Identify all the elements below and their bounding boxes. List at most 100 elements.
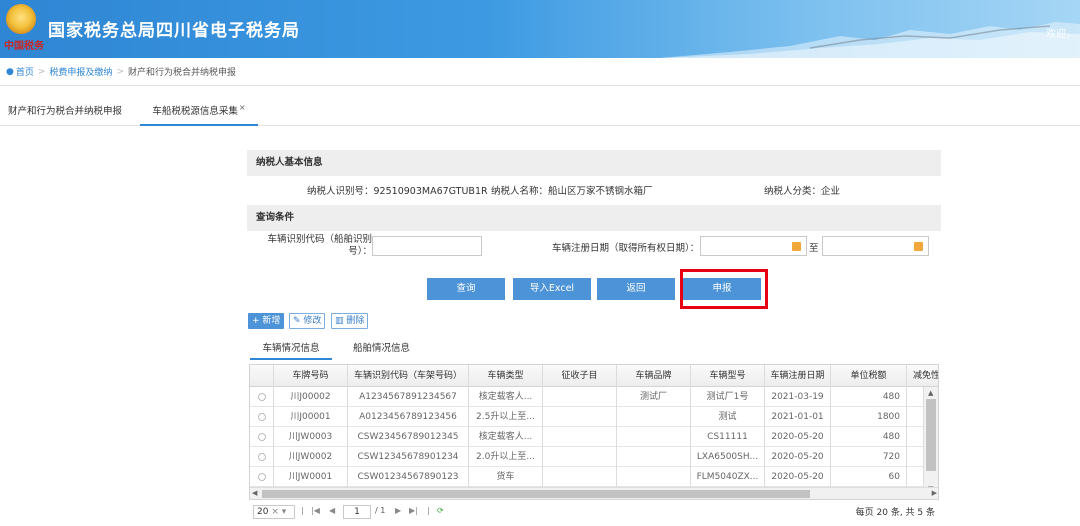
- pagination: 20 × ▾ | |◀ ◀ 1 / 1 ▶ ▶| | ⟳ 每页 20 条, 共 …: [249, 501, 939, 521]
- divider: |: [427, 506, 430, 515]
- table-cell: [543, 447, 617, 467]
- site-title: 国家税务总局四川省电子税务局: [48, 21, 300, 41]
- scroll-left-icon[interactable]: ◀: [252, 489, 257, 497]
- taxpayer-type-label: 纳税人分类：: [764, 186, 822, 197]
- delete-label: 删除: [346, 316, 365, 326]
- table-row[interactable]: 川J00002 A1234567891234567 核定载客人... 测试厂 测试厂1号…: [250, 387, 924, 407]
- table-cell: 480: [831, 387, 907, 407]
- row-select-cell: [250, 447, 274, 467]
- next-page-icon[interactable]: ▶: [395, 506, 401, 515]
- row-select-cell: [250, 467, 274, 487]
- table-row[interactable]: 川JW0002 CSW12345678901234 2.0升以上至... LXA650…: [250, 447, 924, 467]
- query-conditions-header: 查询条件: [247, 205, 941, 231]
- last-page-icon[interactable]: ▶|: [409, 506, 418, 515]
- vin-input[interactable]: [372, 236, 482, 256]
- taxpayer-id-value: 92510903MA67GTUB1R: [373, 186, 488, 197]
- page-number-input[interactable]: 1: [343, 505, 371, 519]
- vin-label-line2: 号）：: [348, 246, 372, 257]
- scrollbar-thumb[interactable]: [926, 399, 936, 471]
- table-cell: 2.5升以上至...: [469, 407, 543, 427]
- table-cell: 货车: [469, 467, 543, 487]
- breadcrumb-tax-filing[interactable]: 税费申报及缴纳: [49, 65, 112, 78]
- tax-emblem-icon: [6, 4, 36, 34]
- table-cell: [617, 447, 691, 467]
- edit-icon: ✎: [293, 316, 301, 326]
- horizontal-scrollbar[interactable]: ◀ ▶: [250, 487, 938, 499]
- column-header[interactable]: 车辆识别代码（车架号码）: [348, 365, 469, 387]
- table-cell: [617, 407, 691, 427]
- column-header[interactable]: 减免性: [907, 365, 938, 387]
- close-icon[interactable]: ×: [239, 103, 246, 112]
- vehicle-table: 车牌号码 车辆识别代码（车架号码） 车辆类型 征收子目 车辆品牌 车辆型号 车辆…: [249, 364, 939, 500]
- tab-label: 车船税税源信息采集: [152, 106, 238, 117]
- page-size-clear-icon[interactable]: ×: [271, 507, 279, 517]
- column-header[interactable]: 车辆注册日期: [765, 365, 831, 387]
- query-button[interactable]: 查询: [427, 278, 505, 300]
- page-size-select[interactable]: 20 × ▾: [253, 505, 295, 519]
- first-page-icon[interactable]: |◀: [311, 506, 320, 515]
- table-row[interactable]: 川J00001 A0123456789123456 2.5升以上至... 测试 2021…: [250, 407, 924, 427]
- calendar-icon[interactable]: [792, 242, 801, 251]
- row-radio[interactable]: [257, 432, 266, 441]
- reg-date-start-input[interactable]: [700, 236, 807, 256]
- calendar-icon[interactable]: [914, 242, 923, 251]
- table-cell: [543, 387, 617, 407]
- table-cell: 川JW0003: [274, 427, 348, 447]
- reg-date-label: 车辆注册日期（取得所有权日期）：: [552, 243, 700, 254]
- declare-highlight-box: [680, 269, 768, 309]
- site-header: 中国税务 国家税务总局四川省电子税务局 欢迎，: [0, 0, 1080, 58]
- welcome-text: 欢迎，: [1046, 29, 1076, 40]
- vertical-scrollbar[interactable]: ▲ ▼: [923, 387, 938, 497]
- column-header[interactable]: 单位税额: [831, 365, 907, 387]
- column-header[interactable]: 车辆型号: [691, 365, 765, 387]
- row-select-cell: [250, 427, 274, 447]
- scroll-right-icon[interactable]: ▶: [932, 489, 937, 497]
- table-cell: 川JW0001: [274, 467, 348, 487]
- row-radio[interactable]: [257, 472, 266, 481]
- pagination-summary: 每页 20 条, 共 5 条: [855, 508, 935, 518]
- taxpayer-info-header: 纳税人基本信息: [247, 150, 941, 176]
- tab-property-behavior-tax[interactable]: 财产和行为税合并纳税申报: [8, 98, 122, 126]
- tab-vessel-info[interactable]: 船舶情况信息: [353, 339, 410, 360]
- taxpayer-id-label: 纳税人识别号：: [307, 186, 374, 197]
- refresh-icon[interactable]: ⟳: [437, 506, 444, 515]
- chevron-down-icon[interactable]: ▾: [282, 507, 287, 517]
- table-cell: 2020-05-20: [765, 447, 831, 467]
- table-cell: CSW01234567890123: [348, 467, 469, 487]
- table-cell: 测试厂: [617, 387, 691, 407]
- edit-button[interactable]: ✎ 修改: [289, 313, 326, 329]
- vin-label-line1: 车辆识别代码（船舶识别: [267, 234, 372, 245]
- tab-vessel-tax-source[interactable]: 车船税税源信息采集×: [140, 98, 258, 126]
- table-cell: LXA6500SH...: [691, 447, 765, 467]
- delete-button[interactable]: ▥ 删除: [331, 313, 369, 329]
- scroll-up-icon[interactable]: ▲: [928, 389, 933, 397]
- column-header[interactable]: 征收子目: [543, 365, 617, 387]
- table-cell: 测试: [691, 407, 765, 427]
- column-header[interactable]: 车辆品牌: [617, 365, 691, 387]
- row-select-cell: [250, 407, 274, 427]
- import-excel-button[interactable]: 导入Excel: [513, 278, 591, 300]
- breadcrumb-home[interactable]: 首页: [16, 65, 34, 78]
- scrollbar-thumb[interactable]: [262, 490, 810, 498]
- breadcrumb-current: 财产和行为税合并纳税申报: [127, 68, 236, 78]
- row-radio[interactable]: [257, 392, 266, 401]
- table-row[interactable]: 川JW0001 CSW01234567890123 货车 FLM5040ZX... 20…: [250, 467, 924, 487]
- table-cell: 川JW0002: [274, 447, 348, 467]
- row-radio[interactable]: [257, 412, 266, 421]
- table-cell: 2020-05-20: [765, 467, 831, 487]
- edit-label: 修改: [303, 316, 322, 326]
- add-button[interactable]: + 新增: [248, 313, 285, 329]
- row-radio[interactable]: [257, 452, 266, 461]
- tab-vehicle-info[interactable]: 车辆情况信息: [250, 339, 332, 360]
- table-cell: CSW12345678901234: [348, 447, 469, 467]
- column-header[interactable]: 车辆类型: [469, 365, 543, 387]
- column-header[interactable]: 车牌号码: [274, 365, 348, 387]
- back-button[interactable]: 返回: [597, 278, 675, 300]
- prev-page-icon[interactable]: ◀: [329, 506, 335, 515]
- table-row[interactable]: 川JW0003 CSW23456789012345 核定载客人... CS11111 2…: [250, 427, 924, 447]
- breadcrumb: ● 首页 > 税费申报及缴纳 > 财产和行为税合并纳税申报: [0, 58, 1080, 86]
- reg-date-end-input[interactable]: [822, 236, 929, 256]
- table-cell: CSW23456789012345: [348, 427, 469, 447]
- table-cell: 720: [831, 447, 907, 467]
- taxpayer-name-label: 纳税人名称：: [491, 186, 549, 197]
